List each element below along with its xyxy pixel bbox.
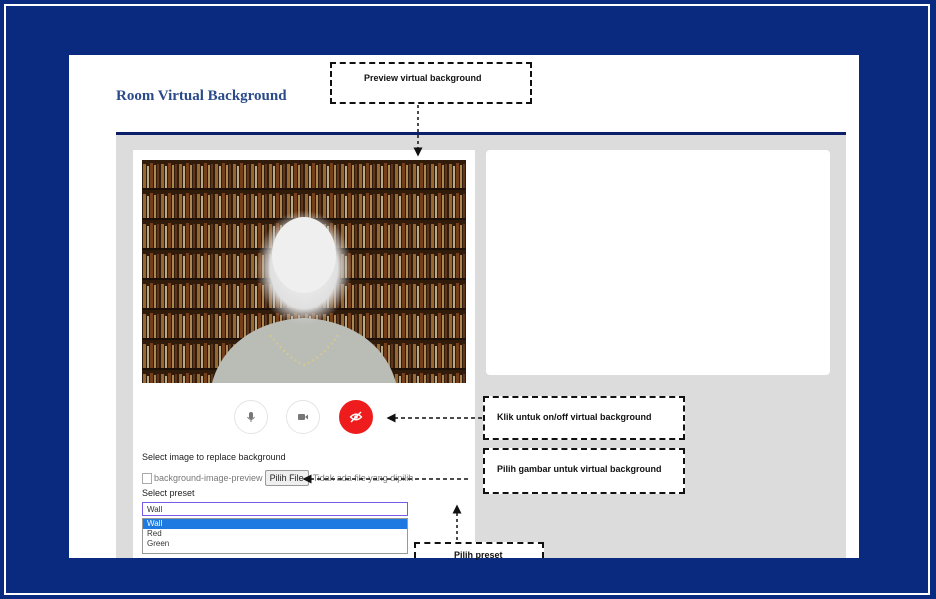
annotation-arrows (302, 105, 482, 540)
